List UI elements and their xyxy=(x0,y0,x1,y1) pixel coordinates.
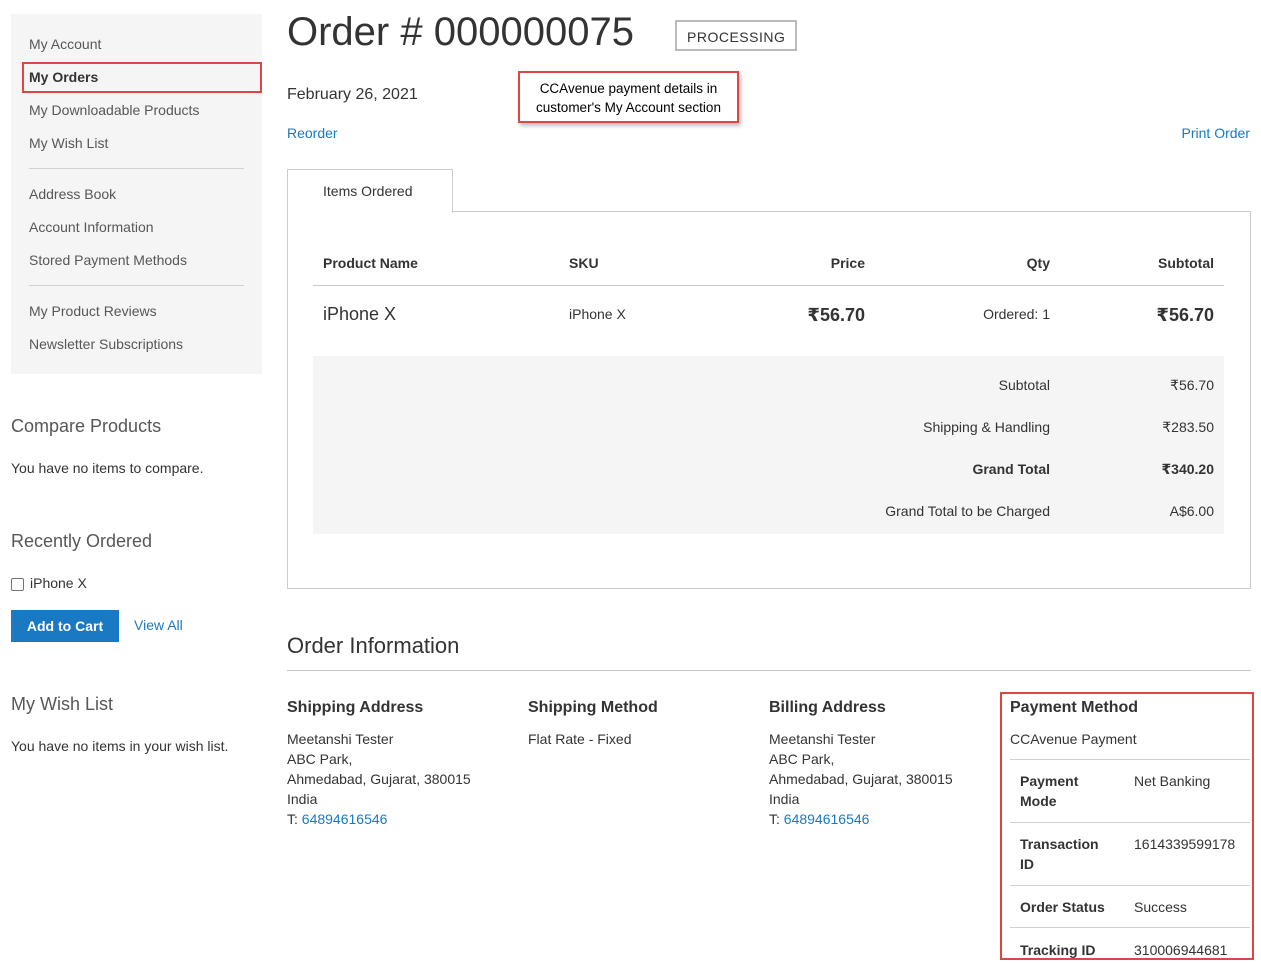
compare-products-title: Compare Products xyxy=(11,416,162,436)
col-header-price: Price xyxy=(830,255,865,271)
shipping-address-title: Shipping Address xyxy=(287,699,424,716)
nav-item-downloadable-products[interactable]: My Downloadable Products xyxy=(29,101,199,119)
view-all-link[interactable]: View All xyxy=(134,617,183,633)
payment-divider xyxy=(1010,927,1250,928)
shipping-address-street: ABC Park, xyxy=(287,751,353,767)
label-line: Transaction xyxy=(1020,836,1099,852)
recently-ordered-title: Recently Ordered xyxy=(11,531,153,551)
shipping-phone-link[interactable]: 64894616546 xyxy=(302,811,388,827)
transaction-id-label: Transaction ID xyxy=(1020,834,1099,874)
phone-prefix: T: xyxy=(287,811,302,827)
add-to-cart-button[interactable]: Add to Cart xyxy=(11,610,119,642)
label-line: Payment xyxy=(1020,773,1079,789)
item-price: ₹56.70 xyxy=(807,305,865,325)
wish-list-empty-text: You have no items in your wish list. xyxy=(11,738,229,754)
totals-grand-total-value: ₹340.20 xyxy=(1161,461,1214,477)
shipping-method-value: Flat Rate - Fixed xyxy=(528,731,632,747)
nav-divider xyxy=(29,285,244,286)
nav-item-address-book[interactable]: Address Book xyxy=(29,185,116,203)
order-date: February 26, 2021 xyxy=(287,86,418,103)
billing-address-country: India xyxy=(769,791,800,807)
totals-shipping-value: ₹283.50 xyxy=(1162,419,1214,435)
compare-empty-text: You have no items to compare. xyxy=(11,460,204,476)
reorder-link[interactable]: Reorder xyxy=(287,125,338,141)
totals-charged-value: A$6.00 xyxy=(1169,503,1214,519)
totals-subtotal-label: Subtotal xyxy=(998,377,1050,393)
nav-item-stored-payment-methods[interactable]: Stored Payment Methods xyxy=(29,251,187,269)
col-header-qty: Qty xyxy=(1026,255,1050,271)
callout-line-2: customer's My Account section xyxy=(536,100,721,115)
payment-method-name: CCAvenue Payment xyxy=(1010,731,1137,747)
col-header-subtotal: Subtotal xyxy=(1158,255,1214,271)
tab-items-ordered[interactable]: Items Ordered xyxy=(287,169,453,213)
totals-shipping-label: Shipping & Handling xyxy=(923,419,1050,435)
billing-phone-link[interactable]: 64894616546 xyxy=(784,811,870,827)
recent-item-checkbox[interactable] xyxy=(11,578,24,591)
shipping-address-name: Meetanshi Tester xyxy=(287,731,394,747)
shipping-address-city: Ahmedabad, Gujarat, 380015 xyxy=(287,771,471,787)
payment-divider xyxy=(1010,759,1250,760)
totals-grand-total-label: Grand Total xyxy=(972,461,1050,477)
billing-address-street: ABC Park, xyxy=(769,751,835,767)
payment-divider xyxy=(1010,885,1250,886)
print-order-link[interactable]: Print Order xyxy=(1182,125,1250,141)
recent-item-name: iPhone X xyxy=(30,575,87,591)
tracking-id-label: Tracking ID xyxy=(1020,942,1096,958)
tracking-id-value: 310006944681 xyxy=(1134,942,1228,958)
shipping-method-title: Shipping Method xyxy=(528,699,658,716)
order-status-badge: PROCESSING xyxy=(675,20,798,51)
nav-item-my-orders[interactable]: My Orders xyxy=(29,68,98,86)
table-header-divider xyxy=(313,285,1224,286)
transaction-id-value: 1614339599178 xyxy=(1134,836,1236,852)
billing-address-name: Meetanshi Tester xyxy=(769,731,876,747)
label-line: ID xyxy=(1020,856,1034,872)
nav-item-product-reviews[interactable]: My Product Reviews xyxy=(29,302,157,320)
wish-list-title: My Wish List xyxy=(11,694,114,714)
billing-address-title: Billing Address xyxy=(769,699,886,716)
item-qty: Ordered: 1 xyxy=(983,306,1050,322)
tab-items-ordered-label: Items Ordered xyxy=(323,183,413,199)
payment-method-title: Payment Method xyxy=(1010,699,1139,716)
payment-mode-value: Net Banking xyxy=(1134,773,1211,789)
order-status-value: Success xyxy=(1134,899,1187,915)
nav-item-wish-list[interactable]: My Wish List xyxy=(29,134,108,152)
payment-divider xyxy=(1010,822,1250,823)
nav-item-my-account[interactable]: My Account xyxy=(29,35,101,53)
item-sku: iPhone X xyxy=(569,306,626,322)
payment-mode-label: Payment Mode xyxy=(1020,771,1078,811)
shipping-address-phone-row: T: 64894616546 xyxy=(287,809,387,829)
order-status-label: Order Status xyxy=(1020,899,1105,915)
nav-item-newsletter[interactable]: Newsletter Subscriptions xyxy=(29,335,183,353)
totals-charged-label: Grand Total to be Charged xyxy=(885,503,1050,519)
order-information-divider xyxy=(287,670,1251,671)
item-product-name: iPhone X xyxy=(323,304,397,324)
item-subtotal: ₹56.70 xyxy=(1156,305,1214,325)
billing-address-city: Ahmedabad, Gujarat, 380015 xyxy=(769,771,953,787)
billing-address-phone-row: T: 64894616546 xyxy=(769,809,869,829)
annotation-callout: CCAvenue payment details in customer's M… xyxy=(518,71,739,123)
col-header-product-name: Product Name xyxy=(323,255,418,271)
callout-line-1: CCAvenue payment details in xyxy=(539,81,718,96)
nav-divider xyxy=(29,168,244,169)
page-title: Order # 000000075 xyxy=(287,10,634,54)
shipping-address-country: India xyxy=(287,791,318,807)
col-header-sku: SKU xyxy=(569,255,599,271)
phone-prefix: T: xyxy=(769,811,784,827)
nav-item-account-information[interactable]: Account Information xyxy=(29,218,154,236)
order-information-title: Order Information xyxy=(287,633,460,658)
totals-subtotal-value: ₹56.70 xyxy=(1170,377,1214,393)
order-totals xyxy=(313,356,1224,534)
label-line: Mode xyxy=(1020,793,1057,809)
